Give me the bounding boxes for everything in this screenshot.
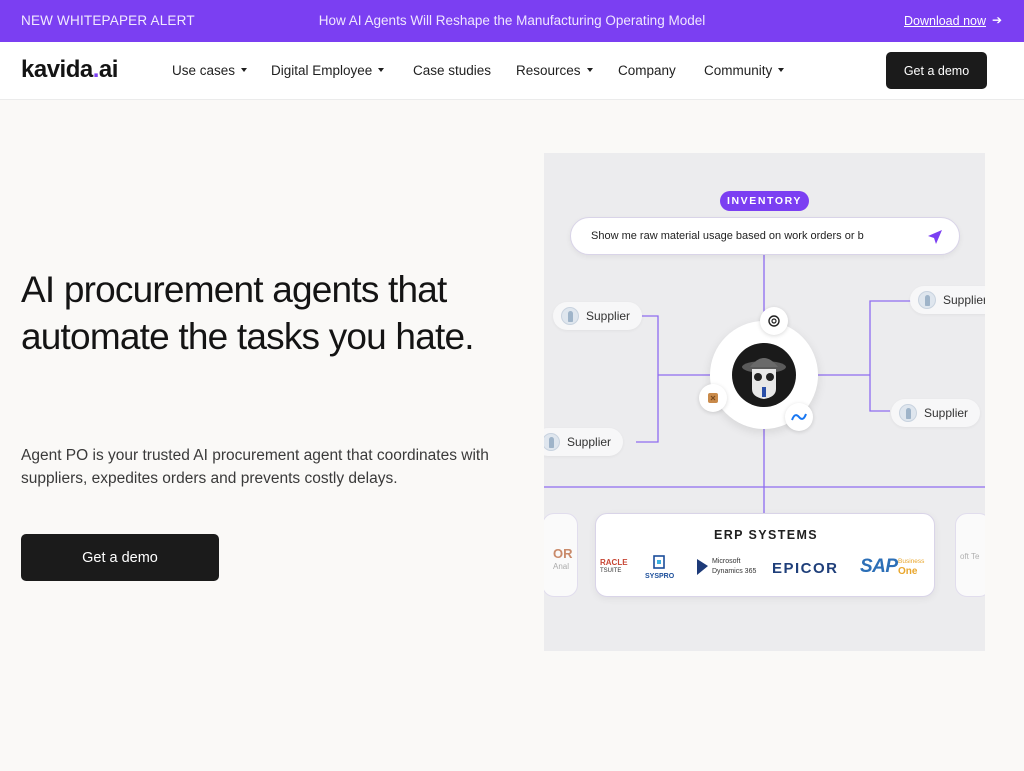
query-text: Show me raw material usage based on work… <box>591 230 864 242</box>
announcement-bar: NEW WHITEPAPER ALERT How AI Agents Will … <box>0 0 1024 42</box>
kavida-logo[interactable]: kavida.ai <box>21 56 118 84</box>
supplier-avatar-icon <box>544 433 560 451</box>
caret-down-icon <box>586 68 593 73</box>
nav-item-use-cases[interactable]: Use cases <box>172 63 248 78</box>
nav-item-company[interactable]: Company <box>618 63 676 78</box>
hero-headline: AI procurement agents that automate the … <box>21 269 475 357</box>
main-nav: kavida.ai Use cases Digital Employee Cas… <box>0 42 1024 100</box>
agent-robot-icon <box>742 358 786 399</box>
erp-side-card-right: oft Te <box>955 513 985 597</box>
nav-get-demo-button[interactable]: Get a demo <box>886 52 987 89</box>
supplier-avatar-icon <box>899 404 917 422</box>
query-input[interactable]: Show me raw material usage based on work… <box>570 217 960 255</box>
openai-icon <box>760 307 788 335</box>
syspro-icon <box>653 555 665 569</box>
arrow-right-icon[interactable]: ➔ <box>992 13 1002 27</box>
supplier-chip: Supplier <box>544 428 624 456</box>
supplier-chip: Supplier <box>910 286 985 314</box>
erp-systems-card: ERP SYSTEMS RACLE TSUITE SYSPRO Microsof… <box>595 513 935 597</box>
agent-illustration: INVENTORY Show me raw material usage bas… <box>544 153 985 651</box>
agent-avatar <box>732 343 796 407</box>
nav-item-digital-employee[interactable]: Digital Employee <box>271 63 385 78</box>
supplier-chip: Supplier <box>553 302 643 330</box>
inventory-pill: INVENTORY <box>720 191 809 211</box>
download-now-link[interactable]: Download now <box>904 14 986 28</box>
erp-side-card-left: OR Anal <box>544 513 578 597</box>
epicor-logo: EPICOR <box>772 560 839 577</box>
hero-get-demo-button[interactable]: Get a demo <box>21 534 219 581</box>
hero-subtext: Agent PO is your trusted AI procurement … <box>21 447 489 487</box>
meta-icon <box>785 403 813 431</box>
nav-item-case-studies[interactable]: Case studies <box>413 63 491 78</box>
nav-item-resources[interactable]: Resources <box>516 63 593 78</box>
supplier-avatar-icon <box>918 291 936 309</box>
claude-icon <box>699 384 727 412</box>
caret-down-icon <box>241 68 248 73</box>
erp-title: ERP SYSTEMS <box>713 528 819 542</box>
send-icon[interactable] <box>927 229 943 245</box>
nav-item-community[interactable]: Community <box>704 63 785 78</box>
caret-down-icon <box>378 68 385 73</box>
announcement-message[interactable]: How AI Agents Will Reshape the Manufactu… <box>0 13 1024 28</box>
dynamics-icon <box>697 559 708 575</box>
supplier-chip: Supplier <box>891 399 981 427</box>
caret-down-icon <box>778 68 785 73</box>
supplier-avatar-icon <box>561 307 579 325</box>
